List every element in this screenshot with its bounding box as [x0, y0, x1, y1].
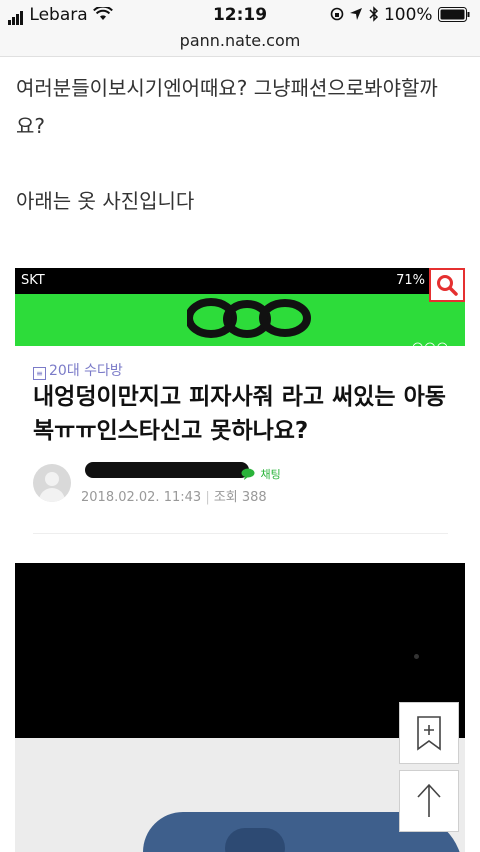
- clothing-photo[interactable]: [15, 738, 465, 852]
- article-line-2: 요?: [16, 114, 46, 138]
- post-headline: 내엉덩이만지고 피자사줘 라고 써있는 아동복ㅠㅠ인스타신고 못하나요?: [33, 384, 446, 444]
- dark-image[interactable]: [15, 563, 465, 738]
- bookmark-icon: [417, 716, 441, 751]
- more-icon: ○○○: [411, 340, 449, 355]
- address-bar[interactable]: pann.nate.com: [0, 30, 480, 57]
- article-line-1: 여러분들이보시기엔어때요? 그냥패션으로봐야할까: [16, 76, 438, 100]
- url-text: pann.nate.com: [179, 31, 301, 50]
- status-bar: Lebara 12:19 100%: [0, 0, 480, 30]
- scroll-top-button[interactable]: [399, 770, 459, 832]
- battery-percent: 100%: [383, 5, 433, 25]
- embedded-carrier: SKT: [21, 273, 45, 288]
- avatar: [33, 464, 71, 502]
- location-icon: [349, 5, 368, 25]
- search-icon: [429, 268, 465, 302]
- arrow-up-icon: [417, 783, 441, 817]
- chat-label: 채팅: [260, 468, 281, 481]
- views-count: 388: [241, 490, 267, 505]
- chat-icon: [241, 468, 255, 480]
- article-line-3: 아래는 옷 사진입니다: [16, 189, 195, 213]
- embedded-header: ○○○: [15, 294, 465, 355]
- censor-scribble: [187, 298, 311, 338]
- bookmark-button[interactable]: [399, 702, 459, 764]
- embedded-battery: 71%: [396, 273, 425, 288]
- embedded-status-bar: SKT 71%: [15, 268, 465, 294]
- board-label: ≡ 20대 수다방: [33, 360, 123, 380]
- censored-username: [85, 462, 249, 478]
- bluetooth-icon: [369, 5, 384, 25]
- embedded-screenshot[interactable]: SKT 71% ○○○ ≡ 20대 수다방 내엉덩이만지고 피자사줘 라고 써있는…: [15, 268, 465, 540]
- chat-badge: 채팅: [241, 466, 281, 482]
- battery-icon: [438, 5, 470, 25]
- board-name: 20대 수다방: [49, 363, 123, 379]
- post-date: 2018.02.02. 11:43: [81, 490, 202, 505]
- orientation-lock-icon: [330, 5, 349, 25]
- post-meta: 2018.02.02. 11:43 | 조회 388: [81, 490, 267, 505]
- views-label: 조회: [213, 490, 238, 505]
- board-icon: ≡: [33, 367, 46, 380]
- divider: [33, 533, 448, 534]
- status-right: 100%: [330, 5, 470, 25]
